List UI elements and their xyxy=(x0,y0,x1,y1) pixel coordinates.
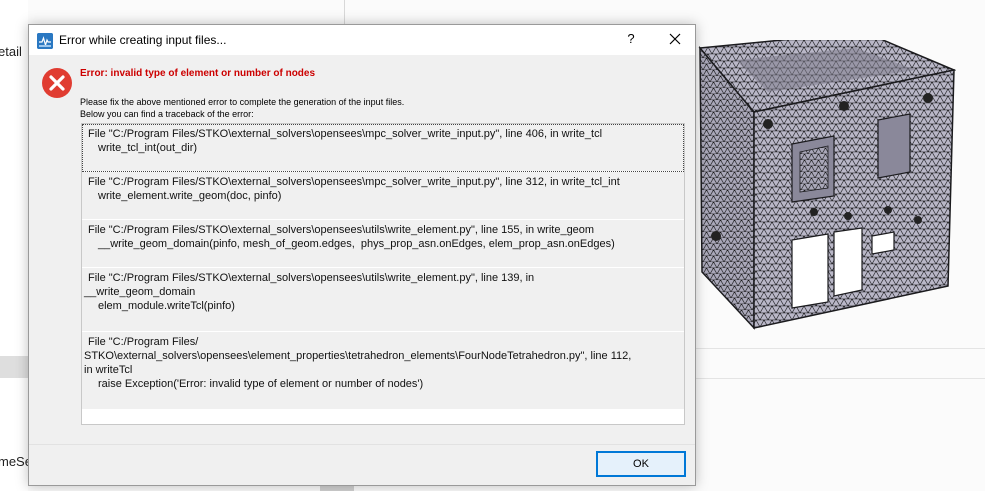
traceback-line: write_tcl_int(out_dir) xyxy=(98,142,198,154)
traceback-item[interactable]: File "C:/Program Files/STKO\external_sol… xyxy=(82,124,684,172)
traceback-line: raise Exception('Error: invalid type of … xyxy=(98,378,424,390)
background-left-text-top: etail xyxy=(0,44,22,59)
dialog-title: Error while creating input files... xyxy=(59,33,227,47)
dialog-titlebar[interactable]: Error while creating input files... ? xyxy=(29,25,695,55)
traceback-line: STKO\external_solvers\opensees\element_p… xyxy=(84,350,632,362)
background-divider xyxy=(696,348,985,349)
mesh-door xyxy=(833,227,863,297)
error-icon xyxy=(41,67,73,99)
traceback-line: elem_module.writeTcl(pinfo) xyxy=(98,300,235,312)
traceback-item[interactable]: File "C:/Program Files/ STKO\external_so… xyxy=(82,332,684,410)
error-dialog: Error while creating input files... ? Er… xyxy=(28,24,696,486)
traceback-line: __write_geom_domain(pinfo, mesh_of_geom.… xyxy=(98,238,615,250)
traceback-line: File "C:/Program Files/STKO\external_sol… xyxy=(88,128,603,140)
background-left-panel xyxy=(0,0,28,491)
traceback-line: File "C:/Program Files/STKO\external_sol… xyxy=(88,272,535,284)
traceback-item[interactable]: File "C:/Program Files/STKO\external_sol… xyxy=(82,268,684,332)
mesh-door xyxy=(791,233,829,309)
background-scroll-stub xyxy=(320,486,354,491)
help-button[interactable]: ? xyxy=(623,31,639,46)
mesh-window xyxy=(877,113,911,179)
background-divider xyxy=(344,0,345,24)
stko-app-icon xyxy=(37,33,53,49)
traceback-line: in writeTcl xyxy=(84,364,133,376)
mesh-window xyxy=(871,231,895,255)
error-message-line2: Below you can find a traceback of the er… xyxy=(80,109,254,119)
traceback-line: File "C:/Program Files/ xyxy=(88,336,199,348)
traceback-item[interactable]: File "C:/Program Files/STKO\external_sol… xyxy=(82,220,684,268)
background-left-divider xyxy=(0,356,28,378)
close-button[interactable] xyxy=(665,29,685,49)
close-icon xyxy=(669,33,681,45)
traceback-line: write_element.write_geom(doc, pinfo) xyxy=(98,190,282,202)
mesh-model-viewport xyxy=(698,40,956,330)
error-message-line1: Please fix the above mentioned error to … xyxy=(80,97,405,107)
traceback-list[interactable]: File "C:/Program Files/STKO\external_sol… xyxy=(81,123,685,425)
background-divider xyxy=(696,378,985,379)
traceback-item[interactable]: File "C:/Program Files/STKO\external_sol… xyxy=(82,172,684,220)
error-heading: Error: invalid type of element or number… xyxy=(80,68,316,79)
traceback-line: __write_geom_domain xyxy=(84,286,196,298)
traceback-line: File "C:/Program Files/STKO\external_sol… xyxy=(88,224,595,236)
traceback-line: File "C:/Program Files/STKO\external_sol… xyxy=(88,176,620,188)
ok-button[interactable]: OK xyxy=(596,451,686,477)
